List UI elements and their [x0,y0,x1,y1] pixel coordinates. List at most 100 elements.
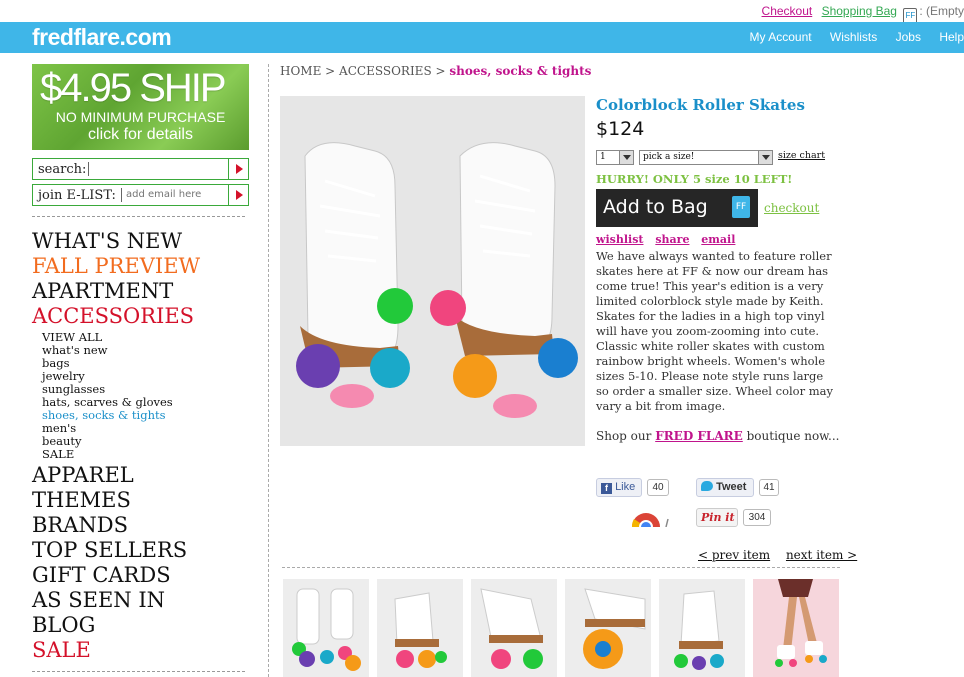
like-count: 40 [647,479,669,496]
size-value: pick a size! [643,152,695,162]
wishlist-link[interactable]: wishlist [596,233,643,246]
thumbnail-6[interactable] [753,579,839,677]
nav-as-seen-in[interactable]: AS SEEN IN [32,588,250,613]
thumbnail-1[interactable] [283,579,369,677]
subnav-whats-new[interactable]: what's new [42,344,250,357]
thumbnail-image [753,579,839,677]
product-price: $124 [596,118,645,140]
nav-my-account[interactable]: My Account [750,30,812,44]
nav-blog[interactable]: BLOG [32,613,250,638]
nav-apartment[interactable]: APARTMENT [32,279,250,304]
elist-label: join E-LIST: [38,188,116,203]
share-link[interactable]: share [655,233,689,246]
bag-status: : (Empty [919,4,964,18]
product-title: Colorblock Roller Skates [596,96,805,114]
next-item-link[interactable]: next item > [786,548,857,562]
sidebar-divider-bottom [32,671,245,672]
product-description: We have always wanted to feature roller … [596,249,834,413]
boutique-suffix: boutique now... [742,429,840,443]
breadcrumb: HOME > ACCESSORIES > shoes, socks & tigh… [280,64,591,78]
chevron-down-icon [619,151,633,164]
top-checkout-link[interactable]: Checkout [762,4,813,18]
nav-jobs[interactable]: Jobs [896,30,921,44]
top-links: Checkout Shopping Bag FF: (Empty [762,4,964,24]
tweet-label: Tweet [716,481,747,493]
search-label: search: [38,162,87,177]
item-pager: < prev item next item > [698,548,869,562]
product-info: Colorblock Roller Skates $124 1 pick a s… [596,96,846,443]
promo-headline: $4.95 SHIP [40,66,227,110]
site-logo[interactable]: fredflare.com [32,24,172,51]
chevron-down-icon [758,151,772,164]
breadcrumb-separator: > [431,64,450,78]
facebook-icon: f [601,483,612,494]
shipping-promo-banner[interactable]: $4.95 SHIP NO MINIMUM PURCHASE click for… [32,64,249,150]
search-input[interactable] [88,162,223,176]
nav-themes[interactable]: THEMES [32,488,250,513]
nav-wishlists[interactable]: Wishlists [830,30,877,44]
breadcrumb-home[interactable]: HOME [280,64,321,78]
nav-fall-preview[interactable]: FALL PREVIEW [32,254,250,279]
product-main-image[interactable] [280,96,585,446]
top-utility-bar: Checkout Shopping Bag FF: (Empty [0,0,964,24]
twitter-bird-icon [701,481,713,491]
breadcrumb-current: shoes, socks & tights [449,64,592,78]
thumbnail-5[interactable] [659,579,745,677]
elist-box: join E-LIST: [32,184,249,206]
bag-icon: FF [732,196,750,218]
search-go-arrow-icon[interactable] [228,159,248,179]
quantity-select[interactable]: 1 [596,150,634,165]
nav-accessories[interactable]: ACCESSORIES [32,304,250,329]
product-options: 1 pick a size! size chart [596,150,846,166]
nav-apparel[interactable]: APPAREL [32,463,250,488]
fred-flare-link[interactable]: FRED FLARE [655,429,743,443]
breadcrumb-accessories[interactable]: ACCESSORIES [339,64,432,78]
add-to-bag-label: Add to Bag [603,196,708,218]
thumbnail-image [283,579,369,677]
column-divider [268,64,269,677]
email-link[interactable]: email [701,233,735,246]
product-actions: wishlist share email [596,233,846,246]
tweet-count: 41 [759,479,779,496]
chrome-icon [631,513,669,527]
pin-count: 304 [743,509,771,526]
thumbnail-divider [282,567,840,568]
size-select[interactable]: pick a size! [639,150,773,165]
shopping-bag-link[interactable]: Shopping Bag [822,4,897,18]
tweet-button[interactable]: Tweet [696,478,754,497]
nav-help[interactable]: Help [939,30,964,44]
add-to-bag-button[interactable]: Add to Bag FF [596,189,758,227]
promo-subline: NO MINIMUM PURCHASE [55,109,226,125]
quantity-value: 1 [600,152,606,162]
nav-top-sellers[interactable]: TOP SELLERS [32,538,250,563]
thumbnail-3[interactable] [471,579,557,677]
nav-sale[interactable]: SALE [32,638,250,663]
stock-warning: HURRY! ONLY 5 size 10 LEFT! [596,172,793,186]
left-sidebar: $4.95 SHIP NO MINIMUM PURCHASE click for… [32,64,250,672]
promo-details: click for details [88,126,193,143]
boutique-prefix: Shop our [596,429,656,443]
header-nav: My Account Wishlists Jobs Help [735,30,964,44]
size-chart-link[interactable]: size chart [778,150,825,161]
add-to-bag-row: Add to Bag FF checkout [596,189,846,227]
roller-skates-image [280,96,585,446]
pin-it-button[interactable]: Pin it [696,508,738,527]
thumbnail-image [471,579,557,677]
prev-item-link[interactable]: < prev item [698,548,770,562]
subnav-sale[interactable]: SALE [42,448,250,461]
facebook-like-button[interactable]: f Like [596,478,642,497]
accessories-subnav: VIEW ALL what's new bags jewelry sunglas… [32,331,250,461]
search-box: search: [32,158,249,180]
thumbnail-4[interactable] [565,579,651,677]
thumbnail-image [377,579,463,677]
thumbnail-2[interactable] [377,579,463,677]
site-header: fredflare.com My Account Wishlists Jobs … [0,22,964,53]
nav-whats-new[interactable]: WHAT'S NEW [32,229,250,254]
checkout-link[interactable]: checkout [764,201,819,215]
like-label: Like [615,481,636,493]
nav-brands[interactable]: BRANDS [32,513,250,538]
thumbnail-image [565,579,651,677]
nav-gift-cards[interactable]: GIFT CARDS [32,563,250,588]
elist-go-arrow-icon[interactable] [228,185,248,205]
elist-email-input[interactable] [121,188,226,202]
